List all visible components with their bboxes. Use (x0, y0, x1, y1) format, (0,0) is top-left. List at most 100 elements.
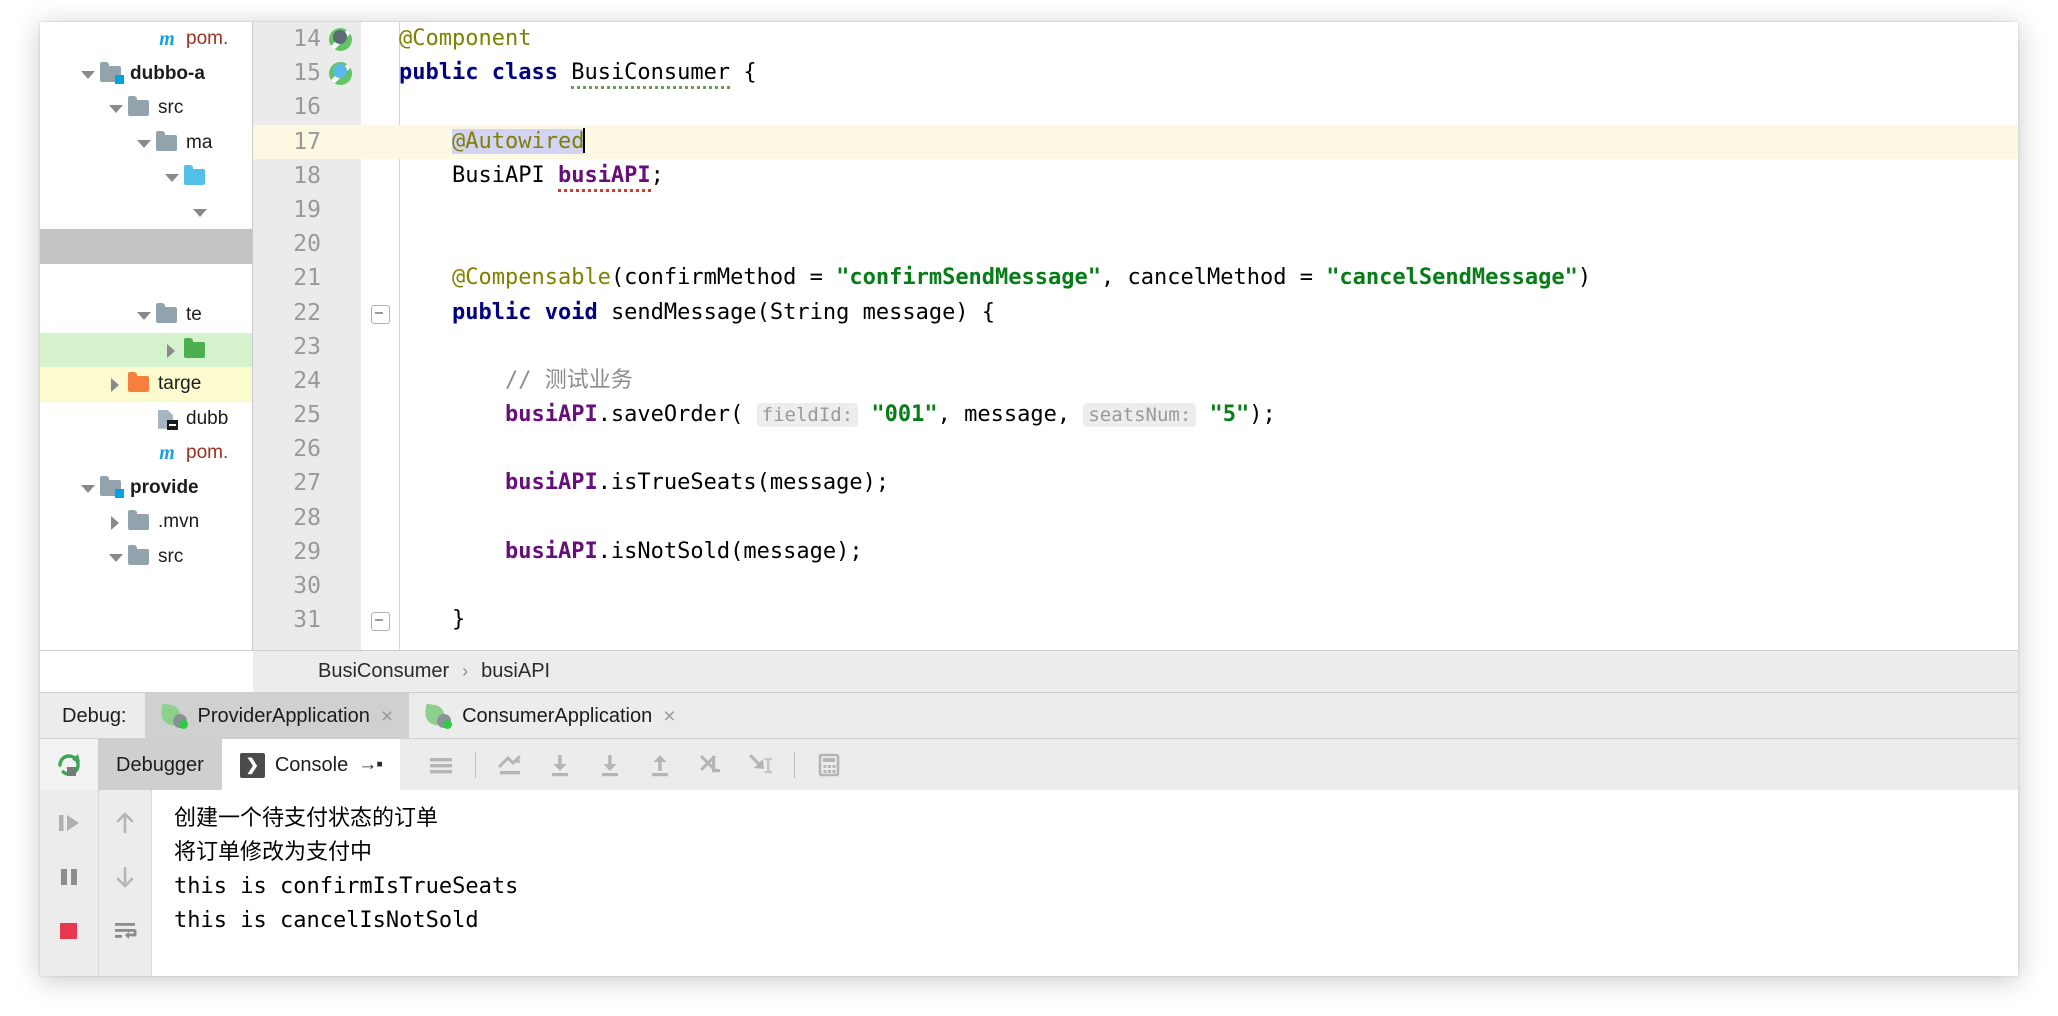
code-line-29[interactable]: 29 busiAPI.isNotSold(message); (253, 535, 2018, 569)
code-line-26[interactable]: 26 (253, 432, 2018, 466)
code-lines[interactable]: 14 @Component 15 public class BusiConsumer … (253, 22, 2018, 650)
tree-item-provider[interactable]: provide (40, 471, 252, 506)
tree-item-pkg[interactable] (40, 195, 252, 230)
tree-item-java[interactable] (40, 160, 252, 195)
scroll-down-button[interactable] (108, 860, 142, 894)
project-tree-panel[interactable]: m pom. dubbo-a src ma te targe dubb m pom. provide… (40, 22, 253, 650)
code-line-22[interactable]: 22 public void sendMessage(String messag… (253, 296, 2018, 330)
pause-program-button[interactable] (52, 860, 86, 894)
code-text: busiAPI.isNotSold(message); (399, 535, 863, 569)
stop-button[interactable] (52, 914, 86, 948)
folder-grey-icon (126, 544, 152, 568)
chevron-down-icon[interactable] (134, 298, 154, 332)
chevron-down-icon[interactable] (162, 160, 182, 194)
tab-console[interactable]: ❯ Console →▪ (221, 739, 400, 791)
tree-item-pom-top[interactable]: m pom. (40, 22, 252, 57)
tree-arrow-none (50, 229, 70, 263)
chevron-down-icon[interactable] (190, 195, 210, 229)
code-fold-marker[interactable] (371, 612, 390, 632)
debugger-toolbar: Debugger ❯ Console →▪ (40, 738, 2018, 791)
code-token: ; (650, 162, 664, 188)
code-line-18[interactable]: 18 BusiAPI busiAPI; (253, 159, 2018, 193)
drop-frame-icon[interactable] (690, 745, 730, 785)
chevron-right-icon[interactable] (106, 367, 126, 401)
code-token: @Component (399, 26, 532, 51)
code-token: void (544, 299, 611, 325)
tree-item-target[interactable]: targe (40, 367, 252, 402)
scroll-up-button[interactable] (108, 806, 142, 840)
run-control-column (40, 790, 99, 976)
folder-grey-icon (126, 96, 152, 119)
tree-icon-none (210, 201, 236, 223)
code-token: busiAPI (504, 402, 598, 428)
stop-icon (60, 923, 77, 939)
folder-grey-icon (126, 510, 152, 533)
chevron-down-icon[interactable] (78, 471, 98, 505)
show-execution-point-icon[interactable] (490, 745, 530, 785)
tree-item-test[interactable]: te (40, 298, 252, 333)
code-line-25[interactable]: 25 busiAPI.saveOrder( fieldId: "001", me… (253, 398, 2018, 432)
code-token: } (399, 607, 466, 633)
code-token: "5" (1209, 402, 1250, 428)
code-line-27[interactable]: 27 busiAPI.isTrueSeats(message); (253, 466, 2018, 500)
ide-screenshot: m pom. dubbo-a src ma te targe dubb m pom. provide… (0, 0, 2058, 1016)
code-line-30[interactable]: 30 (253, 569, 2018, 603)
close-icon[interactable]: × (663, 706, 675, 727)
run-to-cursor-icon[interactable] (740, 745, 780, 785)
console-output[interactable]: 创建一个待支付状态的订单 将订单修改为支付中 this is confirmIsTr… (152, 790, 2018, 976)
tree-item-mvn[interactable]: .mvn (40, 505, 252, 540)
tree-item-main[interactable]: ma (40, 126, 252, 161)
soft-wrap-button[interactable] (108, 914, 142, 948)
chevron-down-icon[interactable] (106, 91, 126, 125)
code-fold-marker[interactable] (371, 304, 390, 324)
step-over-icon[interactable] (540, 745, 580, 785)
code-line-19[interactable]: 19 (253, 193, 2018, 227)
layout-settings-icon[interactable] (421, 745, 461, 785)
code-line-24[interactable]: 24 // 测试业务 (253, 364, 2018, 398)
tree-item-resources[interactable] (40, 332, 252, 367)
code-line-28[interactable]: 28 (253, 501, 2018, 535)
code-editor[interactable]: 14 @Component 15 public class BusiConsumer … (253, 22, 2018, 650)
code-line-15[interactable]: 15 public class BusiConsumer { (253, 56, 2018, 90)
evaluate-expression-icon[interactable] (809, 745, 849, 785)
chevron-down-icon[interactable] (106, 540, 126, 574)
code-text: @Compensable(confirmMethod = "confirmSen… (399, 261, 1591, 295)
debug-tab-consumer[interactable]: ConsumerApplication × (409, 693, 691, 739)
code-line-31[interactable]: 31 } (253, 603, 2018, 637)
tree-item-pom-mid[interactable]: m pom. (40, 436, 252, 471)
tree-item-dubbo-xml[interactable]: dubb (40, 402, 252, 437)
breadcrumb: BusiConsumer › busiAPI (253, 650, 2018, 692)
tab-debugger-label: Debugger (116, 753, 204, 776)
breadcrumb-class[interactable]: BusiConsumer (318, 660, 449, 683)
code-line-21[interactable]: 21 @Compensable(confirmMethod = "confirm… (253, 261, 2018, 295)
chevron-right-icon[interactable] (162, 333, 182, 367)
rerun-button[interactable] (40, 739, 98, 791)
tree-item-src[interactable]: src (40, 91, 252, 126)
resume-program-button[interactable] (52, 806, 86, 840)
debug-tab-provider[interactable]: ProviderApplication × (144, 693, 410, 739)
line-number: 27 (293, 470, 321, 497)
tree-item-blank-a[interactable] (40, 264, 252, 299)
code-line-16[interactable]: 16 (253, 90, 2018, 124)
chevron-down-icon[interactable] (78, 57, 98, 91)
chevron-down-icon[interactable] (134, 126, 154, 160)
step-into-icon[interactable] (590, 745, 630, 785)
pin-tab-icon[interactable]: →▪ (358, 754, 383, 776)
code-token: busiAPI (557, 162, 651, 192)
code-line-14[interactable]: 14 @Component (253, 22, 2018, 56)
step-out-icon[interactable] (640, 745, 680, 785)
tree-item-label: pom. (186, 28, 229, 50)
tree-item-dubbo-a[interactable]: dubbo-a (40, 57, 252, 92)
code-line-17[interactable]: 17 @Autowired (253, 124, 2018, 159)
code-line-23[interactable]: 23 (253, 330, 2018, 364)
close-icon[interactable]: × (381, 706, 393, 727)
tree-item-src2[interactable]: src (40, 540, 252, 575)
tab-debugger[interactable]: Debugger (98, 739, 222, 791)
tree-item-selected-grey[interactable] (40, 229, 252, 264)
breadcrumb-member[interactable]: busiAPI (481, 660, 550, 683)
code-line-20[interactable]: 20 (253, 227, 2018, 261)
line-number: 14 (293, 26, 321, 52)
code-token: , cancelMethod = (1101, 265, 1327, 291)
chevron-right-icon[interactable] (106, 505, 126, 539)
